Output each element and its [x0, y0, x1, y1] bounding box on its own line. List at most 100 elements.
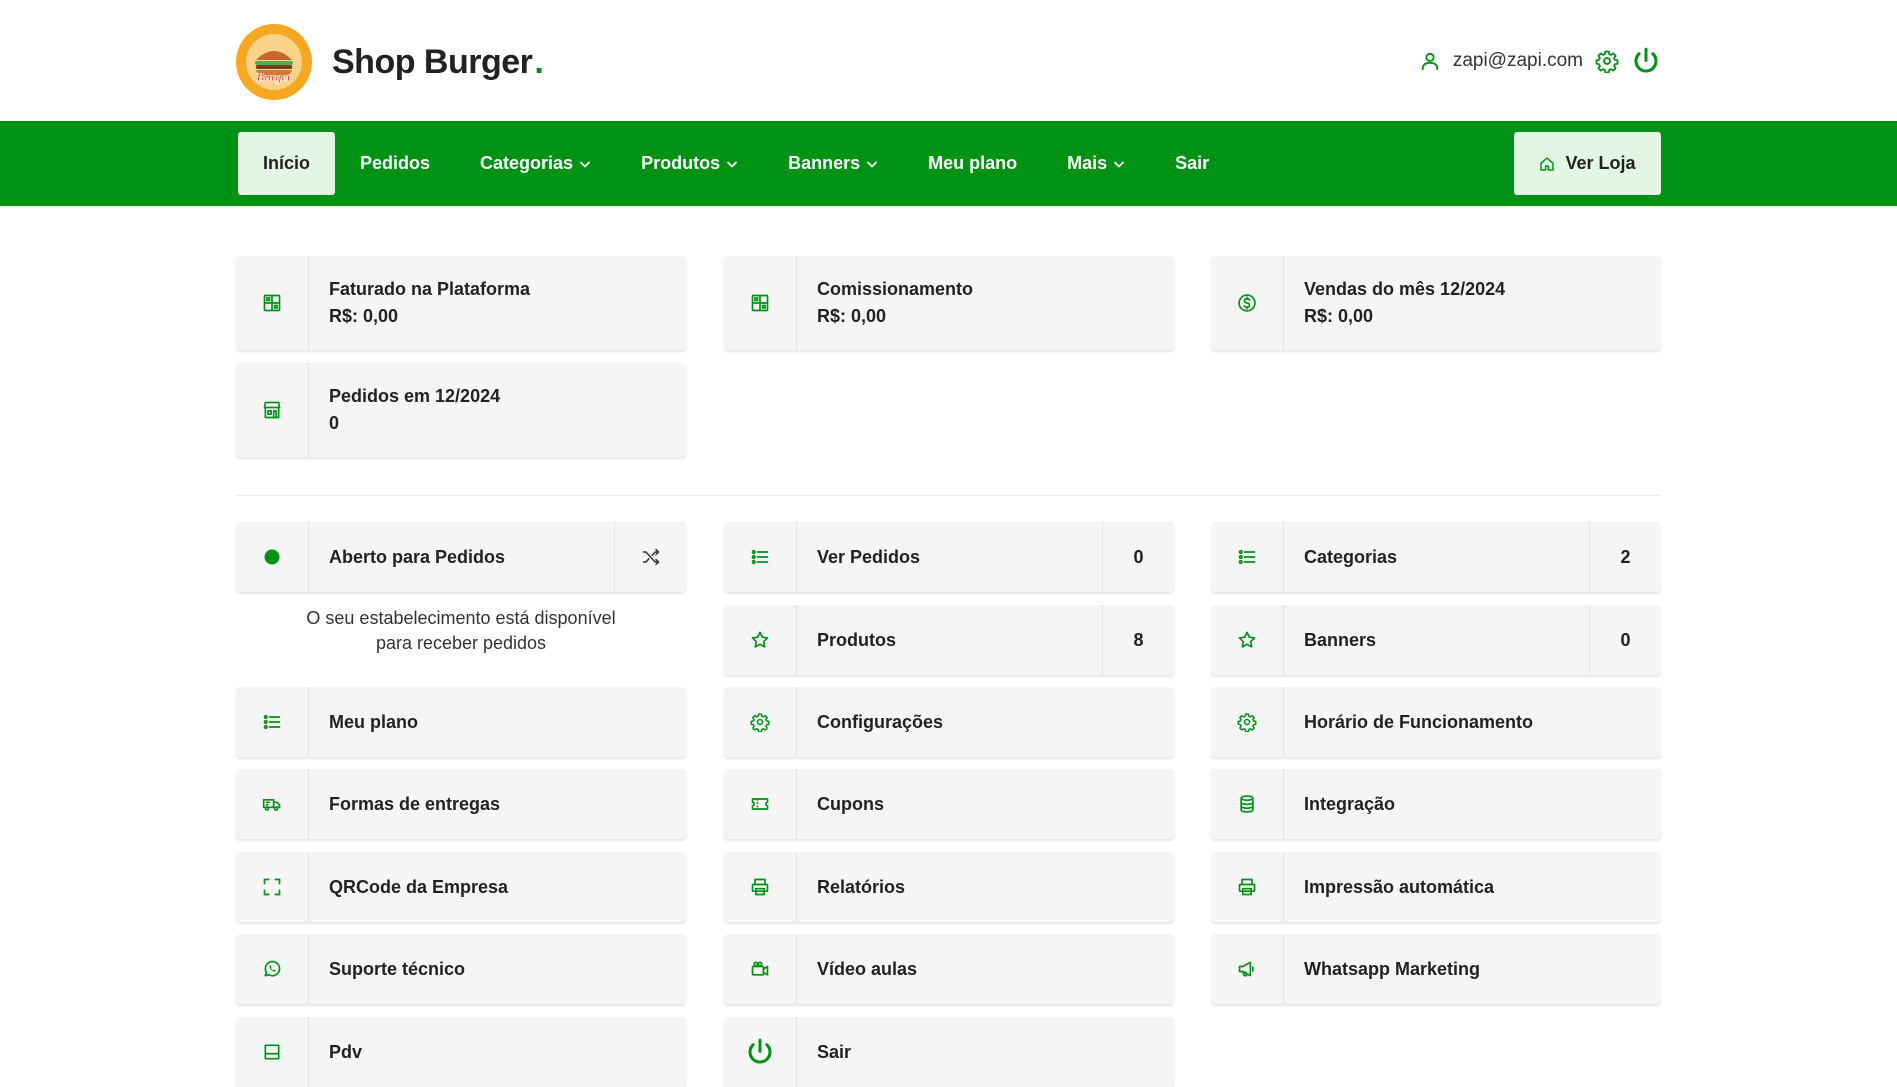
menu-label: Formas de entregas [329, 793, 501, 814]
menu-produtos[interactable]: Produtos 8 [724, 605, 1174, 675]
ver-loja-label: Ver Loja [1565, 153, 1636, 173]
status-message: O seu estabelecimento está disponível pa… [236, 606, 686, 656]
count-badge: 8 [1102, 605, 1174, 675]
video-camera-icon [724, 934, 797, 1004]
list-icon [724, 522, 797, 592]
stat-comissionamento: Comissionamento R$: 0,00 [724, 256, 1174, 350]
menu-configuracoes[interactable]: Configurações [724, 687, 1174, 757]
printer-icon [1211, 852, 1284, 922]
nav-item-banners[interactable]: Banners [763, 132, 903, 195]
nav-item-produtos[interactable]: Produtos [616, 132, 763, 195]
menu-formas-entrega[interactable]: Formas de entregas [236, 769, 686, 839]
menu-whatsapp-marketing[interactable]: Whatsapp Marketing [1211, 934, 1661, 1004]
brand-logo[interactable]: Burger Shop Burger. [236, 24, 544, 100]
menu-meu-plano[interactable]: Meu plano [236, 687, 686, 757]
nav-item-sair[interactable]: Sair [1150, 132, 1234, 195]
menu-pdv[interactable]: Pdv [236, 1017, 686, 1087]
menu-cupons[interactable]: Cupons [724, 769, 1174, 839]
status-message-line1: O seu estabelecimento está disponível [306, 608, 616, 628]
stat-label: Comissionamento [817, 279, 974, 299]
megaphone-icon [1211, 934, 1284, 1004]
menu-label: Pdv [329, 1041, 363, 1062]
count-badge: 0 [1589, 605, 1661, 675]
menu-horario[interactable]: Horário de Funcionamento [1211, 687, 1661, 757]
logo-text: Burger [255, 70, 292, 84]
grid-icon [724, 256, 797, 350]
nav-menu: Início Pedidos Categorias Produtos Banne… [238, 132, 1234, 195]
nav-label: Mais [1067, 153, 1108, 173]
nav-item-inicio[interactable]: Início [238, 132, 336, 195]
gear-icon [1211, 687, 1284, 757]
scan-frame-icon [236, 852, 309, 922]
user-email[interactable]: zapi@zapi.com [1453, 50, 1583, 72]
menu-relatorios[interactable]: Relatórios [724, 852, 1174, 922]
menu-label: Categorias [1304, 546, 1398, 567]
status-dot-icon [236, 522, 309, 592]
nav-item-pedidos[interactable]: Pedidos [335, 132, 455, 195]
database-icon [1211, 769, 1284, 839]
user-icon [1419, 50, 1441, 72]
nav-item-meu-plano[interactable]: Meu plano [903, 132, 1042, 195]
settings-gear-icon[interactable] [1595, 49, 1619, 73]
chevron-down-icon [1114, 160, 1125, 168]
stat-label: Pedidos em 12/2024 [329, 386, 501, 406]
menu-categorias[interactable]: Categorias 2 [1211, 522, 1661, 592]
nav-label: Produtos [641, 153, 721, 173]
main-navbar: Início Pedidos Categorias Produtos Banne… [0, 121, 1897, 206]
stat-value: R$: 0,00 [1304, 306, 1374, 326]
menu-label: Configurações [817, 711, 944, 732]
top-header: Burger Shop Burger. zapi@zapi.com [0, 0, 1897, 121]
toggle-status-button[interactable] [614, 522, 686, 592]
menu-video-aulas[interactable]: Vídeo aulas [724, 934, 1174, 1004]
chevron-down-icon [866, 160, 878, 168]
star-icon [1211, 605, 1284, 675]
chevron-down-icon [579, 160, 591, 168]
menu-label: QRCode da Empresa [329, 876, 509, 897]
nav-item-mais[interactable]: Mais [1042, 132, 1150, 195]
nav-label: Pedidos [360, 153, 431, 173]
stat-label: Faturado na Plataforma [329, 279, 531, 299]
stat-value: 0 [329, 413, 340, 433]
ver-loja-button[interactable]: Ver Loja [1514, 132, 1661, 195]
menu-impressao[interactable]: Impressão automática [1211, 852, 1661, 922]
menu-integracao[interactable]: Integração [1211, 769, 1661, 839]
nav-label: Banners [788, 153, 861, 173]
count-badge: 0 [1102, 522, 1174, 592]
power-icon[interactable] [1631, 46, 1661, 76]
status-label: Aberto para Pedidos [329, 546, 506, 567]
store-icon [236, 363, 309, 457]
ticket-icon [724, 769, 797, 839]
logo-circle: Burger [236, 24, 312, 100]
menu-label: Relatórios [817, 876, 906, 897]
menu-sair[interactable]: Sair [724, 1017, 1174, 1087]
dollar-circle-icon [1211, 256, 1284, 350]
stat-value: R$: 0,00 [329, 306, 399, 326]
stat-value: R$: 0,00 [817, 306, 887, 326]
home-icon [1540, 156, 1555, 171]
menu-label: Produtos [817, 629, 896, 650]
brand-dot: . [534, 42, 544, 81]
status-message-line2: para receber pedidos [375, 633, 547, 653]
menu-label: Sair [817, 1041, 852, 1062]
menu-suporte[interactable]: Suporte técnico [236, 934, 686, 1004]
star-icon [724, 605, 797, 675]
stat-vendas: Vendas do mês 12/2024 R$: 0,00 [1211, 256, 1661, 350]
brand-name: Shop Burger [332, 42, 533, 81]
menu-banners[interactable]: Banners 0 [1211, 605, 1661, 675]
menu-qrcode[interactable]: QRCode da Empresa [236, 852, 686, 922]
shuffle-icon [642, 548, 659, 566]
menu-label: Ver Pedidos [817, 546, 921, 567]
stat-label: Vendas do mês 12/2024 [1304, 279, 1506, 299]
power-icon [724, 1017, 797, 1087]
nav-label: Início [263, 153, 311, 173]
list-icon [1211, 522, 1284, 592]
printer-icon [724, 852, 797, 922]
menu-ver-pedidos[interactable]: Ver Pedidos 0 [724, 522, 1174, 592]
menu-label: Integração [1304, 793, 1396, 814]
delivery-truck-icon [236, 769, 309, 839]
list-icon [236, 687, 309, 757]
nav-item-categorias[interactable]: Categorias [455, 132, 616, 195]
status-card: Aberto para Pedidos [236, 522, 686, 592]
count-badge: 2 [1589, 522, 1661, 592]
stat-faturado: Faturado na Plataforma R$: 0,00 [236, 256, 686, 350]
